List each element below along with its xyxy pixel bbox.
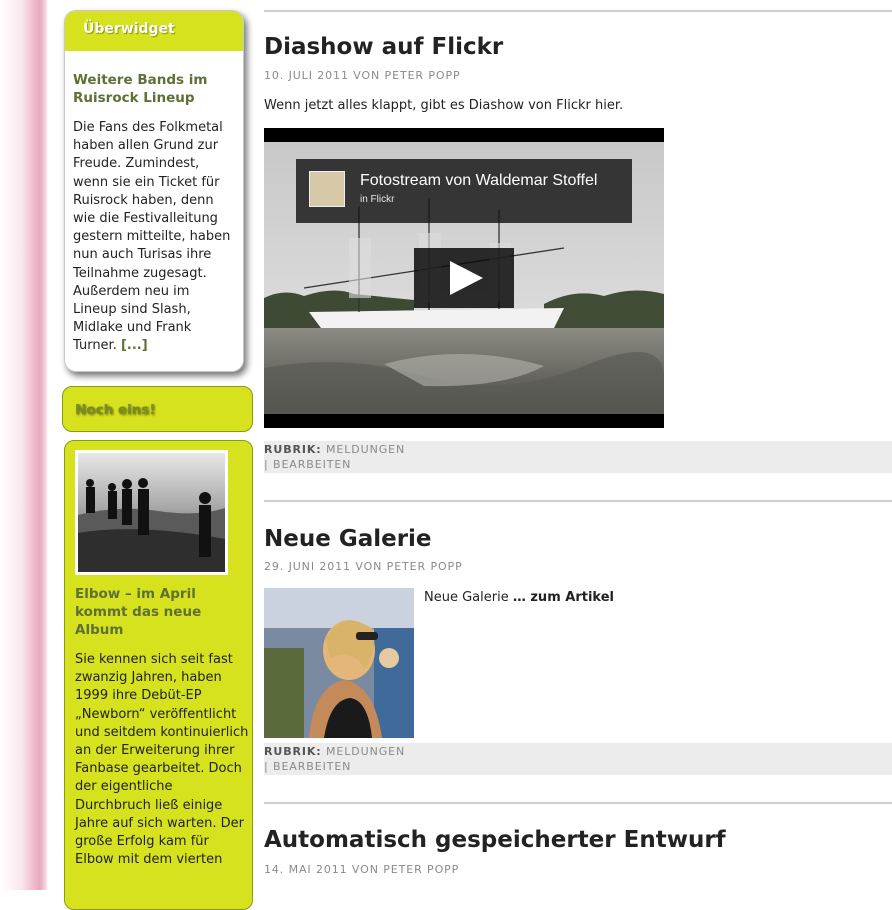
category-link[interactable]: MELDUNGEN xyxy=(326,443,405,456)
page-left-border xyxy=(0,0,48,890)
category-label: RUBRIK: xyxy=(264,443,322,456)
widget-post-title[interactable]: Weitere Bands im Ruisrock Lineup xyxy=(73,71,237,107)
flickr-user-avatar[interactable] xyxy=(309,171,345,207)
video-info-overlay[interactable]: Fotostream von Waldemar Stoffel in Flick… xyxy=(296,159,632,223)
gallery-photo xyxy=(264,588,414,738)
widget-post-excerpt: Die Fans des Folkmetal haben allen Grund… xyxy=(73,119,237,356)
widget-header: Überwidget xyxy=(65,11,243,51)
read-article-link[interactable]: … zum Artikel xyxy=(513,590,614,605)
edit-link[interactable]: | BEARBEITEN xyxy=(264,759,892,774)
post-divider xyxy=(264,10,892,12)
post-title[interactable]: Automatisch gespeicherter Entwurf xyxy=(264,827,726,853)
post-footer: RUBRIK: MELDUNGEN | BEARBEITEN xyxy=(264,743,892,775)
post-body-text: Wenn jetzt alles klappt, gibt es Diashow… xyxy=(264,98,624,113)
widget-post-excerpt: Sie kennen sich seit fast zwanzig Jahren… xyxy=(75,652,249,868)
post-meta: 10. JULI 2011 VON PETER POPP xyxy=(264,69,461,82)
post-category: RUBRIK: MELDUNGEN xyxy=(264,442,892,457)
widget-excerpt-text: Die Fans des Folkmetal haben allen Grund… xyxy=(73,120,231,354)
widget-post-title[interactable]: Elbow – im April kommt das neue Album xyxy=(75,585,245,639)
category-link[interactable]: MELDUNGEN xyxy=(326,745,405,758)
post-body-text: Neue Galerie … zum Artikel xyxy=(424,590,614,605)
post-category: RUBRIK: MELDUNGEN xyxy=(264,744,892,759)
play-button[interactable] xyxy=(414,248,514,308)
category-label: RUBRIK: xyxy=(264,745,322,758)
post-divider xyxy=(264,500,892,502)
post-title[interactable]: Neue Galerie xyxy=(264,526,432,552)
sidebar-widget-noch-eins: Elbow – im April kommt das neue Album Si… xyxy=(64,440,253,910)
widget-header-noch-eins: Noch eins! xyxy=(62,386,253,432)
gallery-thumbnail[interactable] xyxy=(264,588,414,738)
post-meta: 14. MAI 2011 VON PETER POPP xyxy=(264,863,460,876)
sidebar-widget-uberwidget: Überwidget Weitere Bands im Ruisrock Lin… xyxy=(64,10,244,372)
post-excerpt: Neue Galerie xyxy=(424,590,509,605)
post-footer: RUBRIK: MELDUNGEN | BEARBEITEN xyxy=(264,441,892,473)
video-title[interactable]: Fotostream von Waldemar Stoffel xyxy=(360,172,597,190)
post-meta: 29. JUNI 2011 VON PETER POPP xyxy=(264,560,463,573)
read-more-link[interactable]: [...] xyxy=(121,338,148,353)
edit-link[interactable]: | BEARBEITEN xyxy=(264,457,892,472)
post-title[interactable]: Diashow auf Flickr xyxy=(264,34,503,60)
video-subtitle[interactable]: in Flickr xyxy=(360,194,394,205)
play-icon xyxy=(450,261,483,295)
band-photo-image xyxy=(78,453,225,572)
flickr-slideshow-video[interactable]: Fotostream von Waldemar Stoffel in Flick… xyxy=(264,128,664,428)
band-photo[interactable] xyxy=(75,450,228,575)
post-divider xyxy=(264,802,892,804)
